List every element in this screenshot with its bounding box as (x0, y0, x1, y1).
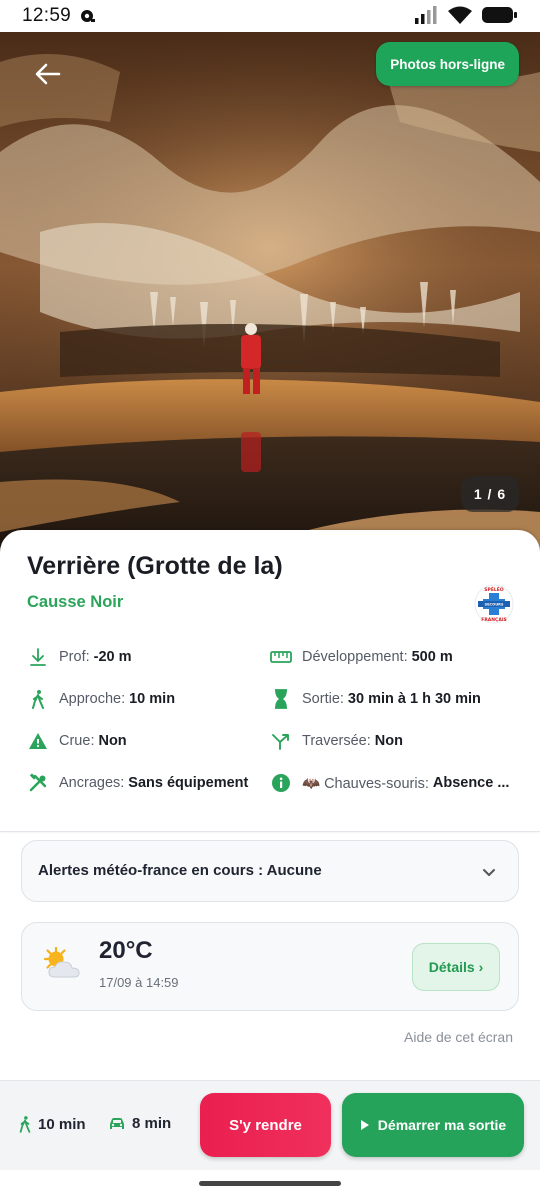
back-arrow-icon (35, 63, 61, 85)
tools-icon (27, 772, 49, 794)
ruler-icon (270, 646, 292, 668)
attr-value: Non (98, 733, 127, 749)
cave-photo-carousel[interactable]: Photos hors-ligne 1 / 6 (0, 32, 540, 552)
attr-prof: Prof -20 m (27, 646, 132, 668)
weather-temperature: 20°C (99, 937, 153, 964)
weather-alerts-dropdown[interactable]: Alertes météo-france en cours : Aucune (21, 840, 519, 902)
status-bar: 12:59 (0, 0, 540, 32)
attr-developpement: Développement 500 m (270, 646, 453, 668)
attr-label: Crue (59, 733, 94, 749)
weather-card: 20°C 17/09 à 14:59 Détails › (21, 922, 519, 1011)
photo-counter: 1 / 6 (461, 476, 519, 512)
attr-label: Approche (59, 691, 125, 707)
cave-info-card: Verrière (Grotte de la) Causse Noir SPÉL… (0, 530, 540, 832)
attr-value: 30 min à 1 h 30 min (347, 691, 481, 707)
attr-ancrages: Ancrages Sans équipement (27, 772, 248, 794)
attr-value: 10 min (129, 691, 176, 707)
sun-cloud-icon (40, 945, 84, 985)
depth-arrow-icon (27, 646, 49, 668)
attr-value: Non (374, 733, 403, 749)
go-there-button[interactable]: S'y rendre (200, 1093, 331, 1157)
weather-date: 17/09 à 14:59 (99, 975, 179, 990)
attr-value: Sans équipement (128, 775, 249, 791)
attr-crue: Crue Non (27, 730, 127, 752)
logo-text-bottom: FRANÇAIS (481, 617, 507, 623)
drive-time-value: 8 min (132, 1115, 172, 1132)
chevron-down-icon[interactable] (480, 863, 498, 881)
start-outing-button[interactable]: Démarrer ma sortie (342, 1093, 524, 1157)
back-button[interactable] (24, 52, 72, 96)
weather-alerts-text: Alertes météo-france en cours : Aucune (38, 862, 322, 879)
attr-traversee: Traversée Non (270, 730, 403, 752)
attr-value: -20 m (93, 649, 132, 665)
split-arrow-icon (270, 730, 292, 752)
hourglass-icon (270, 688, 292, 710)
page-title: Verrière (Grotte de la) (27, 552, 283, 580)
play-icon (360, 1120, 369, 1130)
attr-label: 🦇 Chauves-souris (302, 775, 429, 792)
walking-icon (27, 688, 49, 710)
walk-time-value: 10 min (38, 1115, 86, 1133)
bottom-action-bar: 10 min 8 min S'y rendre Démarrer ma sort… (0, 1080, 540, 1170)
attr-sortie: Sortie 30 min à 1 h 30 min (270, 688, 481, 710)
warning-triangle-icon (27, 730, 49, 752)
battery-icon (482, 6, 518, 29)
weather-details-button[interactable]: Détails › (412, 943, 500, 991)
walk-time: 10 min (18, 1115, 86, 1133)
car-icon (110, 1117, 124, 1129)
attr-chauves-souris[interactable]: 🦇 Chauves-souris Absence ... (270, 772, 509, 794)
walking-icon (19, 1116, 31, 1133)
start-outing-label: Démarrer ma sortie (377, 1117, 507, 1133)
speleo-secours-logo: SPÉLÉO SECOURS FRANÇAIS (474, 584, 514, 624)
signal-icon (414, 6, 438, 29)
attr-label: Traversée (302, 733, 371, 749)
offline-photos-button[interactable]: Photos hors-ligne (376, 42, 519, 86)
attr-value: Absence ... (432, 775, 510, 791)
wifi-icon (448, 6, 472, 29)
attr-approche: Approche 10 min (27, 688, 175, 710)
home-indicator[interactable] (199, 1181, 341, 1186)
status-time: 12:59 (22, 5, 72, 26)
cave-photo (0, 32, 540, 552)
drive-time: 8 min (108, 1115, 171, 1132)
attr-label: Développement (302, 649, 408, 665)
notification-icon (80, 9, 96, 23)
info-icon[interactable] (270, 772, 292, 794)
attr-label: Sortie (302, 691, 344, 707)
attr-label: Ancrages (59, 775, 124, 791)
attr-value: 500 m (411, 649, 453, 665)
cave-region: Causse Noir (27, 593, 124, 611)
attr-label: Prof (59, 649, 90, 665)
logo-text-middle: SECOURS (484, 603, 503, 607)
help-link[interactable]: Aide de cet écran (404, 1029, 513, 1045)
